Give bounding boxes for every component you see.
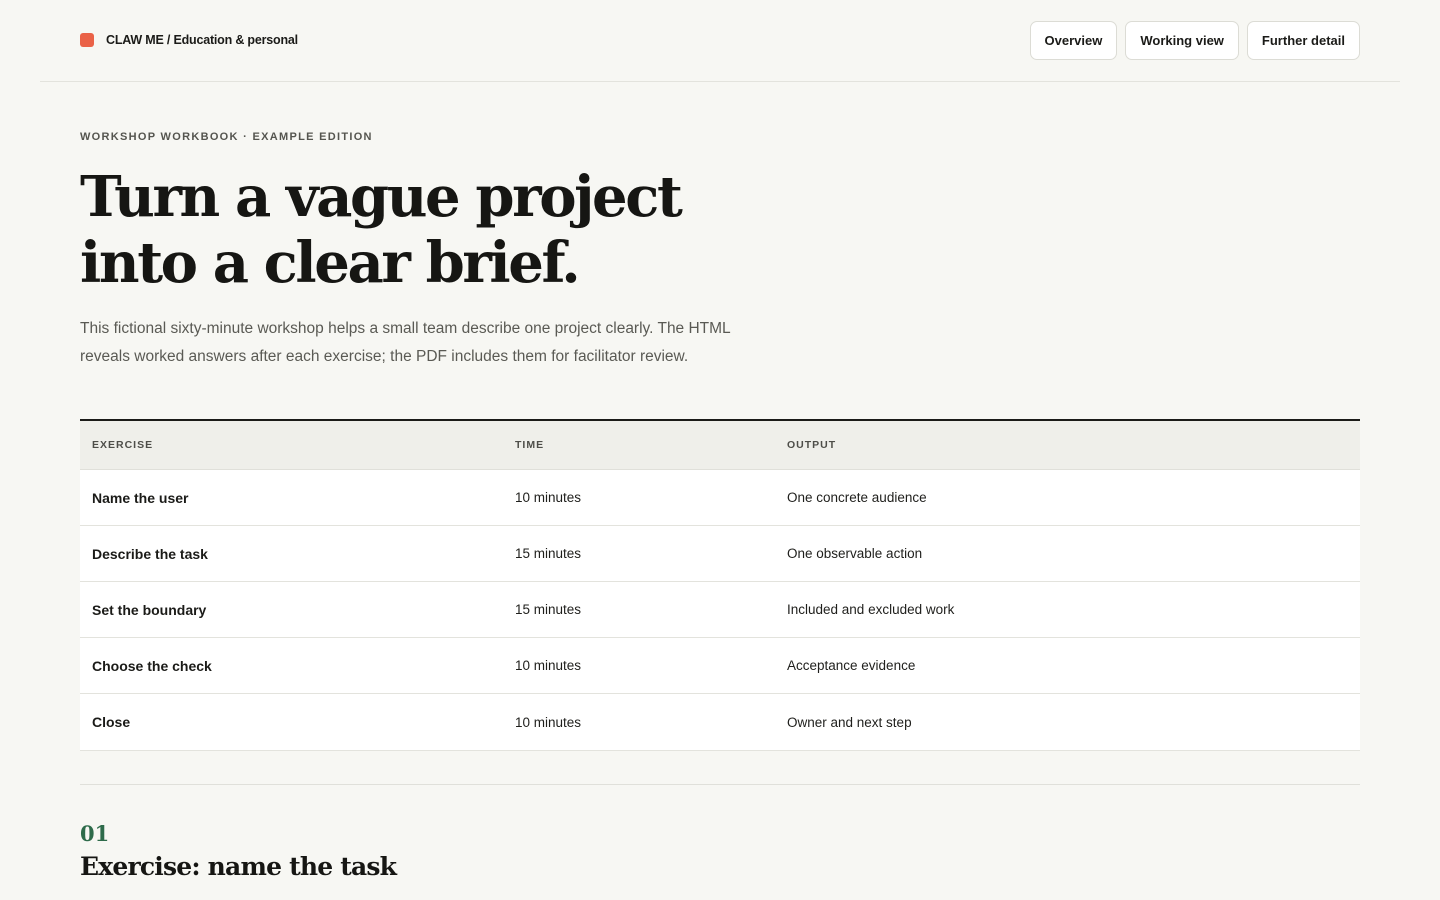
headline-line-2: into a clear brief.	[80, 230, 581, 296]
hero-headline: Turn a vague project into a clear brief.	[80, 164, 780, 296]
table-row: Close 10 minutes Owner and next step	[80, 694, 1360, 751]
hero-eyebrow: WORKSHOP WORKBOOK · EXAMPLE EDITION	[80, 131, 373, 143]
cell-output: One observable action	[787, 546, 923, 561]
column-header-time: TIME	[515, 439, 545, 451]
cell-output: One concrete audience	[787, 490, 927, 505]
cell-time: 15 minutes	[515, 546, 582, 561]
nav-further-detail-button[interactable]: Further detail	[1246, 21, 1360, 60]
primary-nav: Overview Working view Further detail	[1029, 21, 1360, 60]
table-row: Set the boundary 15 minutes Included and…	[80, 582, 1360, 638]
section-divider	[80, 784, 1360, 785]
section-title: Exercise: name the task	[80, 852, 397, 881]
section-number: 01	[80, 821, 110, 846]
table-row: Name the user 10 minutes One concrete au…	[80, 470, 1360, 526]
cell-time: 10 minutes	[515, 658, 582, 673]
exercise-table: EXERCISE TIME OUTPUT Name the user 10 mi…	[80, 419, 1360, 751]
cell-exercise: Name the user	[92, 489, 189, 506]
column-header-exercise: EXERCISE	[92, 439, 154, 451]
cell-exercise: Choose the check	[92, 657, 212, 674]
nav-working-view-button[interactable]: Working view	[1125, 21, 1239, 60]
cell-time: 10 minutes	[515, 490, 582, 505]
table-header: EXERCISE TIME OUTPUT	[80, 421, 1360, 470]
hero-intro: This fictional sixty-minute workshop hel…	[80, 320, 731, 365]
brand-logo-icon	[80, 33, 94, 47]
top-bar: CLAW ME / Education & personal Overview …	[40, 0, 1400, 82]
cell-time: 15 minutes	[515, 602, 582, 617]
column-header-output: OUTPUT	[787, 439, 837, 451]
nav-overview-button[interactable]: Overview	[1029, 21, 1118, 60]
brand-name: CLAW ME / Education & personal	[106, 33, 298, 47]
cell-output: Owner and next step	[787, 714, 912, 730]
cell-output: Acceptance evidence	[787, 658, 916, 673]
table-row: Describe the task 15 minutes One observa…	[80, 526, 1360, 582]
cell-exercise: Close	[92, 714, 131, 730]
headline-line-1: Turn a vague project	[80, 164, 683, 230]
cell-exercise: Set the boundary	[92, 601, 207, 618]
brand[interactable]: CLAW ME / Education & personal	[80, 33, 298, 47]
cell-exercise: Describe the task	[92, 545, 208, 562]
cell-output: Included and excluded work	[787, 602, 955, 617]
cell-time: 10 minutes	[515, 714, 582, 730]
table-row: Choose the check 10 minutes Acceptance e…	[80, 638, 1360, 694]
